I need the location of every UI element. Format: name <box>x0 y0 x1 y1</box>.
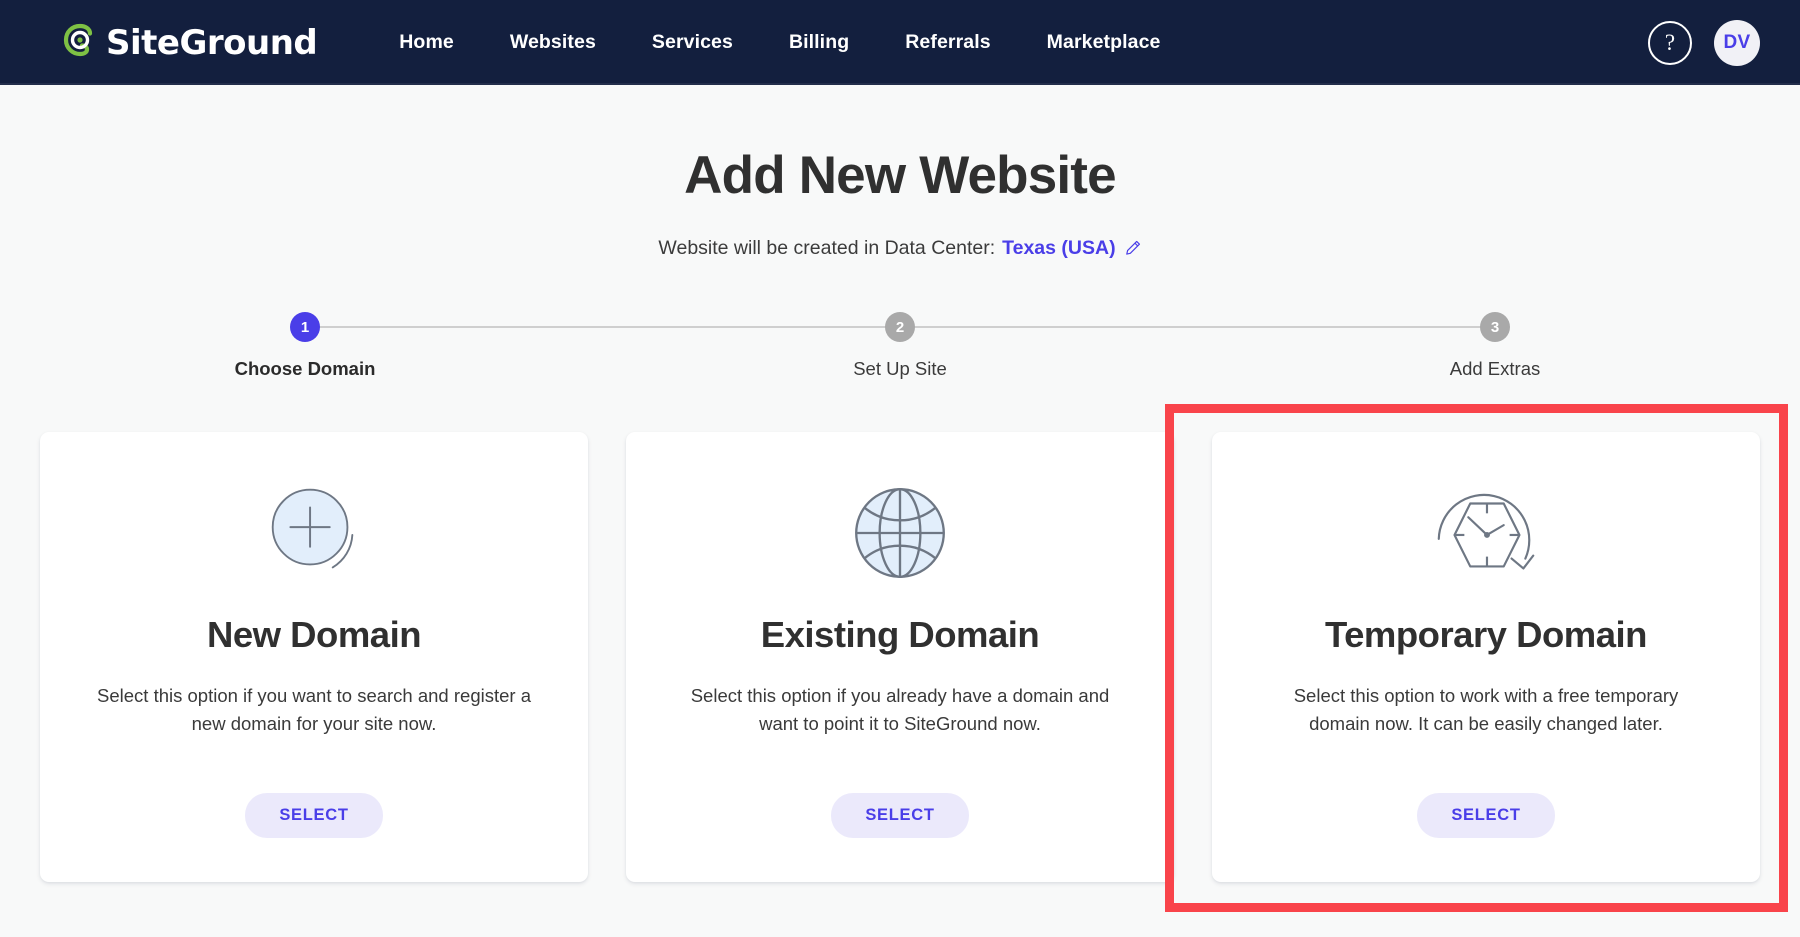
card-temporary-domain[interactable]: Temporary Domain Select this option to w… <box>1212 432 1760 883</box>
top-navigation-bar: SiteGround Home Websites Services Billin… <box>0 0 1800 85</box>
step-3-number: 3 <box>1480 312 1510 343</box>
nav-item-services[interactable]: Services <box>624 21 761 64</box>
siteground-logo[interactable]: SiteGround <box>60 22 318 63</box>
card-title-new-domain: New Domain <box>206 614 422 656</box>
card-description-existing-domain: Select this option if you already have a… <box>690 685 1110 734</box>
pencil-icon[interactable] <box>1123 239 1142 258</box>
domain-option-cards: New Domain Select this option if you wan… <box>40 404 1788 913</box>
card-title-existing-domain: Existing Domain <box>760 614 1040 656</box>
nav-item-referrals[interactable]: Referrals <box>877 21 1018 64</box>
data-center-link[interactable]: Texas (USA) <box>1002 237 1115 260</box>
page-title: Add New Website <box>684 146 1117 205</box>
progress-stepper: 1 Choose Domain 2 Set Up Site 3 Add Extr… <box>235 312 1540 380</box>
main-nav: Home Websites Services Billing Referrals… <box>371 21 1188 64</box>
data-center-prefix: Website will be created in Data Center: <box>658 237 996 260</box>
card-title-temporary-domain: Temporary Domain <box>1325 614 1647 656</box>
plus-circle-icon <box>255 474 373 592</box>
card-slot-existing-domain: Existing Domain Select this option if yo… <box>626 432 1174 883</box>
temporary-clock-icon <box>1425 474 1547 592</box>
card-slot-temporary-domain: Temporary Domain Select this option to w… <box>1165 404 1788 913</box>
card-slot-new-domain: New Domain Select this option if you wan… <box>40 432 588 883</box>
globe-icon <box>844 474 956 592</box>
siteground-spiral-icon <box>60 23 100 63</box>
avatar[interactable]: DV <box>1714 19 1760 66</box>
card-description-new-domain: Select this option if you want to search… <box>97 685 531 734</box>
page-content: Add New Website Website will be created … <box>0 85 1800 913</box>
step-connector-2-3 <box>900 326 1495 329</box>
siteground-wordmark: SiteGround <box>106 22 318 63</box>
nav-item-websites[interactable]: Websites <box>482 21 624 64</box>
step-1-label: Choose Domain <box>234 358 376 380</box>
select-button-new-domain[interactable]: SELECT <box>245 793 383 839</box>
select-button-existing-domain[interactable]: SELECT <box>831 793 969 839</box>
help-icon[interactable]: ? <box>1648 20 1692 65</box>
step-1-number: 1 <box>290 312 320 343</box>
nav-item-marketplace[interactable]: Marketplace <box>1019 21 1189 64</box>
nav-item-billing[interactable]: Billing <box>761 21 877 64</box>
step-connector-1-2 <box>305 326 900 329</box>
select-button-temporary-domain[interactable]: SELECT <box>1417 793 1555 839</box>
nav-right-group: ? DV <box>1648 19 1760 66</box>
step-2-number: 2 <box>885 312 915 343</box>
card-new-domain[interactable]: New Domain Select this option if you wan… <box>40 432 588 883</box>
step-3-label: Add Extras <box>1449 358 1541 380</box>
card-existing-domain[interactable]: Existing Domain Select this option if yo… <box>626 432 1174 883</box>
data-center-line: Website will be created in Data Center: … <box>0 237 1800 260</box>
card-description-temporary-domain: Select this option to work with a free t… <box>1293 685 1679 734</box>
step-2-label: Set Up Site <box>853 358 947 380</box>
nav-item-home[interactable]: Home <box>371 21 482 64</box>
